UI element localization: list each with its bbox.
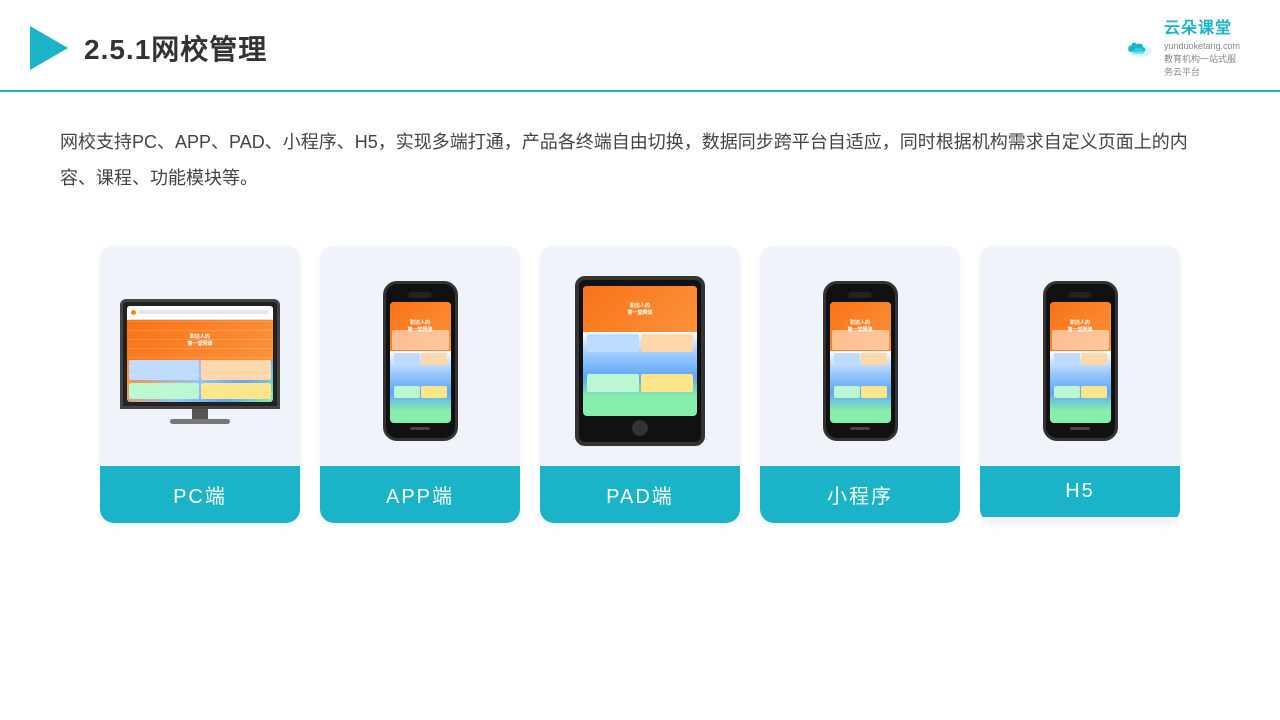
phone-home-mp <box>850 427 870 430</box>
header: 2.5.1网校管理 云朵课堂 yunduoketang.com 教育机构一站式服… <box>0 0 1280 92</box>
logo-area: 云朵课堂 yunduoketang.com 教育机构一站式服务云平台 <box>1124 18 1240 78</box>
pc-screen: 职达人的第一堂网课 <box>127 306 273 402</box>
page-title: 2.5.1网校管理 <box>84 28 267 68</box>
card-pc: 职达人的第一堂网课 PC端 <box>100 246 300 523</box>
logo-text: 云朵课堂 yunduoketang.com 教育机构一站式服务云平台 <box>1164 18 1240 78</box>
description: 网校支持PC、APP、PAD、小程序、H5，实现多端打通，产品各终端自由切换，数… <box>0 92 1280 216</box>
card-app-label: APP端 <box>320 466 520 523</box>
card-miniprogram-image: 职达人的第一堂网课 <box>760 246 960 466</box>
card-pc-label: PC端 <box>100 466 300 523</box>
card-h5-label: H5 <box>980 466 1180 517</box>
card-app: 职达人的第一堂网课 APP端 <box>320 246 520 523</box>
card-h5-image: 职达人的第一堂网课 <box>980 246 1180 466</box>
cloud-icon <box>1124 39 1156 58</box>
phone-mockup-h5: 职达人的第一堂网课 <box>1043 281 1118 441</box>
pc-screen-frame: 职达人的第一堂网课 <box>120 299 280 409</box>
card-miniprogram: 职达人的第一堂网课 小程序 <box>760 246 960 523</box>
phone-notch <box>408 292 432 298</box>
tablet-mockup: 职达人的第一堂网课 <box>575 276 705 446</box>
phone-home-app <box>410 427 430 430</box>
phone-screen-mp: 职达人的第一堂网课 <box>830 302 891 423</box>
phone-mockup-mp: 职达人的第一堂网课 <box>823 281 898 441</box>
pc-mockup: 职达人的第一堂网课 <box>120 299 280 424</box>
logo-name: 云朵课堂 <box>1164 18 1240 40</box>
card-miniprogram-label: 小程序 <box>760 466 960 523</box>
tablet-home-btn <box>632 420 648 436</box>
phone-mockup-app: 职达人的第一堂网课 <box>383 281 458 441</box>
pc-base <box>170 419 230 424</box>
card-pad-label: PAD端 <box>540 466 740 523</box>
card-pc-image: 职达人的第一堂网课 <box>100 246 300 466</box>
cards-section: 职达人的第一堂网课 PC端 <box>0 226 1280 553</box>
pc-neck <box>192 409 208 419</box>
header-left: 2.5.1网校管理 <box>30 26 267 70</box>
phone-notch-h5 <box>1068 292 1092 298</box>
logo-tagline: 教育机构一站式服务云平台 <box>1164 53 1240 78</box>
play-icon <box>30 26 68 70</box>
phone-home-h5 <box>1070 427 1090 430</box>
card-pad-image: 职达人的第一堂网课 <box>540 246 740 466</box>
phone-screen-h5: 职达人的第一堂网课 <box>1050 302 1111 423</box>
card-pad: 职达人的第一堂网课 PAD端 <box>540 246 740 523</box>
phone-screen-app: 职达人的第一堂网课 <box>390 302 451 423</box>
tablet-screen: 职达人的第一堂网课 <box>583 286 697 416</box>
card-h5: 职达人的第一堂网课 H5 <box>980 246 1180 523</box>
card-app-image: 职达人的第一堂网课 <box>320 246 520 466</box>
logo-url: yunduoketang.com <box>1164 40 1240 53</box>
phone-notch-mp <box>848 292 872 298</box>
